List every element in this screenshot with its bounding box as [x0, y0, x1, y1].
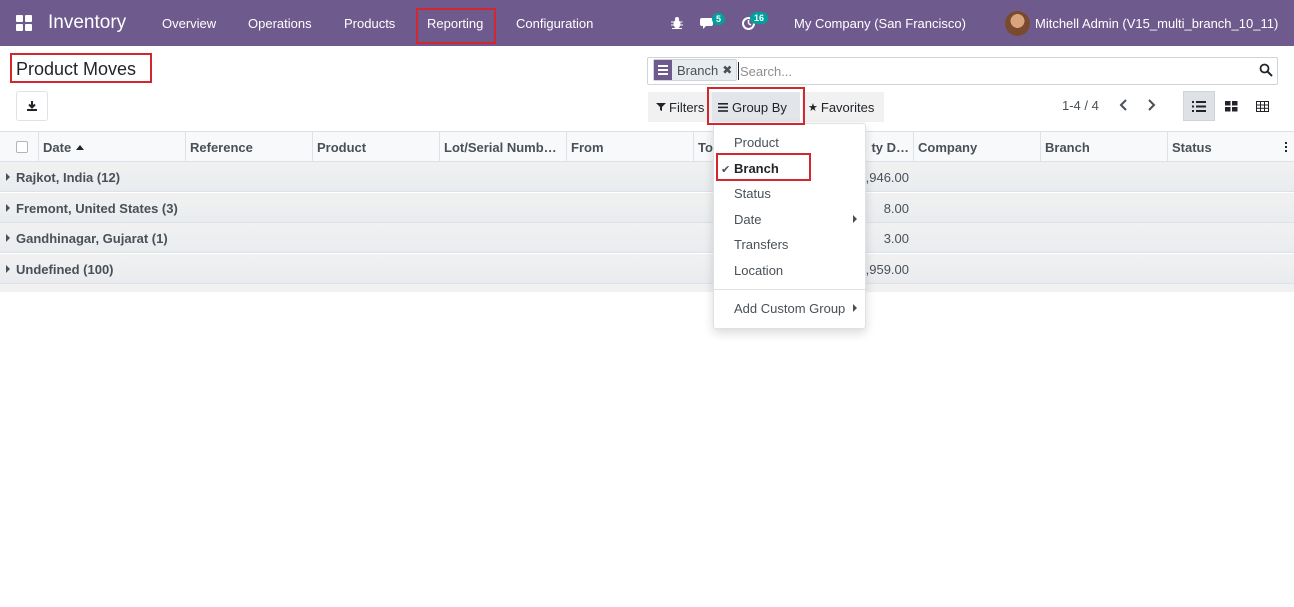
user-menu[interactable]: Mitchell Admin (V15_multi_branch_10_11) — [1035, 0, 1278, 46]
table-grid-icon — [1255, 100, 1269, 112]
highlight-group-by — [707, 87, 805, 125]
group-row[interactable]: Rajkot, India (12) ,946.00 — [0, 162, 1294, 192]
groupby-option-product[interactable]: Product — [734, 135, 779, 150]
group-row[interactable]: Gandhinagar, Gujarat (1) 3.00 — [0, 223, 1294, 253]
pager-previous-icon[interactable] — [1118, 96, 1130, 117]
pager-next-icon[interactable] — [1145, 96, 1157, 117]
messages-badge: 5 — [712, 13, 726, 25]
group-label: Fremont, United States (3) — [16, 200, 178, 216]
kanban-view-icon — [1224, 100, 1237, 111]
filter-icon — [656, 103, 666, 111]
pager-value[interactable]: 1-4 / 4 — [1062, 98, 1099, 113]
filters-label: Filters — [669, 99, 705, 115]
group-by-facet-icon — [654, 60, 672, 80]
groupby-option-date[interactable]: Date — [734, 212, 761, 227]
list-view-icon — [1192, 100, 1206, 112]
optional-columns-icon[interactable] — [1285, 142, 1287, 152]
export-download-button[interactable] — [16, 91, 48, 121]
user-avatar[interactable] — [1005, 11, 1030, 36]
column-date[interactable]: Date — [38, 132, 185, 162]
debug-bug-icon[interactable] — [670, 0, 684, 46]
pivot-view-button[interactable] — [1246, 91, 1278, 121]
search-input[interactable] — [738, 62, 1238, 80]
caret-right-icon — [6, 173, 10, 181]
download-icon — [27, 101, 37, 111]
favorites-label: Favorites — [820, 99, 875, 115]
group-row[interactable]: Undefined (100) ,959.00 — [0, 254, 1294, 284]
column-branch[interactable]: Branch — [1040, 132, 1167, 162]
search-icon[interactable] — [1259, 63, 1273, 80]
facet-label: Branch — [677, 62, 719, 78]
app-brand[interactable]: Inventory — [48, 0, 126, 46]
apps-menu-icon[interactable] — [16, 0, 32, 46]
group-label: Rajkot, India (12) — [16, 169, 121, 185]
caret-right-icon — [6, 265, 10, 273]
caret-right-icon — [6, 204, 10, 212]
star-icon: ★ — [808, 101, 818, 114]
menu-configuration[interactable]: Configuration — [516, 0, 593, 46]
top-navbar: Inventory Overview Operations Products R… — [0, 0, 1294, 46]
group-label: Undefined (100) — [16, 261, 114, 277]
groupby-option-transfers[interactable]: Transfers — [734, 237, 788, 252]
column-reference[interactable]: Reference — [185, 132, 312, 162]
column-product[interactable]: Product — [312, 132, 439, 162]
search-facet-branch[interactable]: Branch ✖ — [653, 59, 738, 81]
group-label: Gandhinagar, Gujarat (1) — [16, 230, 168, 246]
kanban-view-button[interactable] — [1215, 91, 1247, 121]
add-custom-group[interactable]: Add Custom Group — [734, 301, 845, 316]
company-switcher[interactable]: My Company (San Francisco) — [794, 0, 966, 46]
groupby-option-location[interactable]: Location — [734, 263, 783, 278]
list-view-button[interactable] — [1183, 91, 1215, 121]
menu-operations[interactable]: Operations — [248, 0, 312, 46]
column-company[interactable]: Company — [913, 132, 1040, 162]
group-row[interactable]: Fremont, United States (3) 8.00 — [0, 193, 1294, 223]
groupby-option-status[interactable]: Status — [734, 186, 771, 201]
filters-button[interactable]: Filters — [648, 92, 713, 122]
highlight-branch-option — [716, 153, 811, 181]
list-footer — [0, 284, 1294, 292]
column-from[interactable]: From — [566, 132, 693, 162]
submenu-caret-icon — [853, 215, 857, 223]
sort-ascending-icon — [76, 144, 85, 150]
caret-right-icon — [6, 234, 10, 242]
column-lot-serial[interactable]: Lot/Serial Numb… — [439, 132, 566, 162]
list-table-header: Date Reference Product Lot/Serial Numb… … — [0, 132, 1294, 162]
facet-remove-icon[interactable]: ✖ — [722, 63, 736, 77]
select-all-checkbox[interactable] — [16, 141, 28, 153]
submenu-caret-icon — [853, 304, 857, 312]
dropdown-divider — [714, 289, 865, 290]
activities-badge: 16 — [750, 12, 769, 24]
highlight-title — [10, 53, 152, 83]
column-status[interactable]: Status — [1167, 132, 1282, 162]
favorites-button[interactable]: ★ Favorites — [802, 92, 884, 122]
menu-overview[interactable]: Overview — [162, 0, 216, 46]
menu-products[interactable]: Products — [344, 0, 395, 46]
highlight-reporting — [416, 8, 496, 44]
